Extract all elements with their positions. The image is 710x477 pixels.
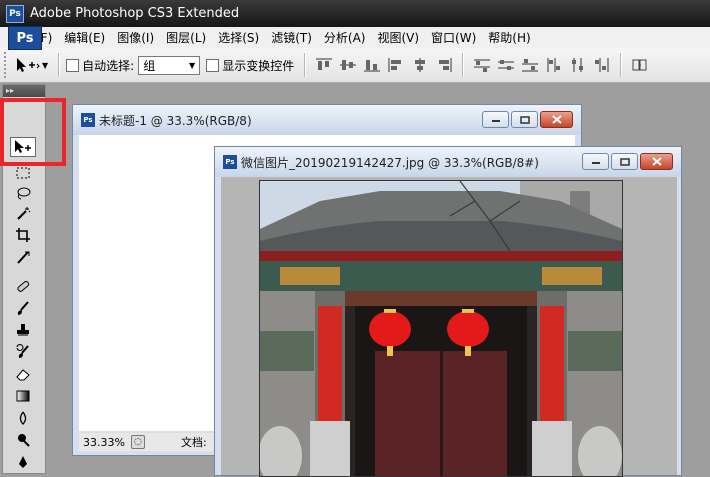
distribute-bottom-icon[interactable]	[520, 55, 540, 75]
app-title: Adobe Photoshop CS3 Extended	[30, 6, 240, 21]
distribute-hcenter-icon[interactable]	[568, 55, 588, 75]
app-title-bar: Ps Adobe Photoshop CS3 Extended	[0, 0, 710, 27]
tools-panel-grip[interactable]: ▸▸	[3, 85, 45, 97]
distribute-right-icon[interactable]	[592, 55, 612, 75]
marquee-tool-icon[interactable]	[10, 163, 36, 183]
photo-image[interactable]	[259, 180, 623, 477]
healing-brush-icon[interactable]	[10, 276, 36, 296]
minimize-button[interactable]	[482, 111, 509, 128]
document-window-photo[interactable]: Ps 微信图片_20190219142427.jpg @ 33.3%(RGB/8…	[214, 146, 682, 477]
menu-view[interactable]: 视图(V)	[371, 29, 425, 46]
menu-window[interactable]: 窗口(W)	[425, 29, 482, 46]
document-icon: Ps	[81, 113, 95, 127]
align-top-icon[interactable]	[314, 55, 334, 75]
menu-filter[interactable]: 滤镜(T)	[265, 29, 318, 46]
blur-tool-icon[interactable]	[10, 408, 36, 428]
document-info-label: 文档:	[180, 436, 207, 449]
move-tool-preset-icon[interactable]	[12, 52, 42, 78]
separator	[58, 53, 61, 77]
menu-image[interactable]: 图像(I)	[111, 29, 160, 46]
document-icon: Ps	[223, 155, 237, 169]
align-hcenter-icon[interactable]	[410, 55, 430, 75]
status-menu-icon[interactable]: ◌	[130, 435, 145, 449]
options-bar: ▼ 自动选择: 组 ▼ 显示变换控件	[0, 48, 710, 83]
close-button[interactable]	[640, 153, 673, 170]
menu-analysis[interactable]: 分析(A)	[318, 29, 372, 46]
separator	[462, 53, 465, 77]
history-brush-icon[interactable]	[10, 342, 36, 362]
clone-stamp-icon[interactable]	[10, 320, 36, 340]
move-tool-icon[interactable]	[10, 137, 36, 157]
menu-bar: 文件(F) 编辑(E) 图像(I) 图层(L) 选择(S) 滤镜(T) 分析(A…	[0, 27, 710, 49]
options-grip[interactable]	[4, 52, 12, 78]
document-title: 微信图片_20190219142427.jpg @ 33.3%(RGB/8#)	[241, 155, 539, 170]
crop-tool-icon[interactable]	[10, 225, 36, 245]
separator	[620, 53, 623, 77]
zoom-level[interactable]: 33.33%	[79, 436, 131, 449]
auto-select-dropdown[interactable]: 组 ▼	[138, 55, 201, 75]
restore-button[interactable]	[611, 153, 638, 170]
eraser-tool-icon[interactable]	[10, 364, 36, 384]
auto-select-checkbox[interactable]	[66, 58, 80, 72]
close-button[interactable]	[540, 111, 573, 128]
auto-select-label: 自动选择:	[82, 58, 135, 73]
menu-edit[interactable]: 编辑(E)	[58, 29, 111, 46]
document-title: 未标题-1 @ 33.3%(RGB/8)	[99, 113, 252, 128]
distribute-top-icon[interactable]	[472, 55, 492, 75]
minimize-button[interactable]	[582, 153, 609, 170]
auto-align-layers-icon[interactable]	[630, 55, 650, 75]
dodge-tool-icon[interactable]	[10, 430, 36, 450]
align-left-icon[interactable]	[386, 55, 406, 75]
align-right-icon[interactable]	[434, 55, 454, 75]
pen-tool-icon[interactable]	[10, 452, 36, 472]
align-bottom-icon[interactable]	[362, 55, 382, 75]
gradient-tool-icon[interactable]	[10, 386, 36, 406]
brush-tool-icon[interactable]	[10, 298, 36, 318]
distribute-vcenter-icon[interactable]	[496, 55, 516, 75]
chevron-down-icon: ▼	[189, 60, 196, 70]
window-controls	[480, 111, 573, 128]
show-transform-checkbox[interactable]	[206, 58, 220, 72]
distribute-left-icon[interactable]	[544, 55, 564, 75]
ps-logo[interactable]: Ps	[8, 26, 42, 50]
align-vcenter-icon[interactable]	[338, 55, 358, 75]
auto-select-value: 组	[143, 58, 156, 73]
show-transform-label: 显示变换控件	[222, 58, 295, 73]
window-controls	[580, 153, 673, 170]
app-icon: Ps	[6, 4, 24, 23]
lasso-tool-icon[interactable]	[10, 183, 36, 203]
menu-layer[interactable]: 图层(L)	[160, 29, 212, 46]
menu-help[interactable]: 帮助(H)	[482, 29, 536, 46]
magic-wand-icon[interactable]	[10, 203, 36, 223]
separator	[304, 53, 307, 77]
menu-select[interactable]: 选择(S)	[212, 29, 265, 46]
restore-button[interactable]	[511, 111, 538, 128]
slice-tool-icon[interactable]	[10, 247, 36, 267]
